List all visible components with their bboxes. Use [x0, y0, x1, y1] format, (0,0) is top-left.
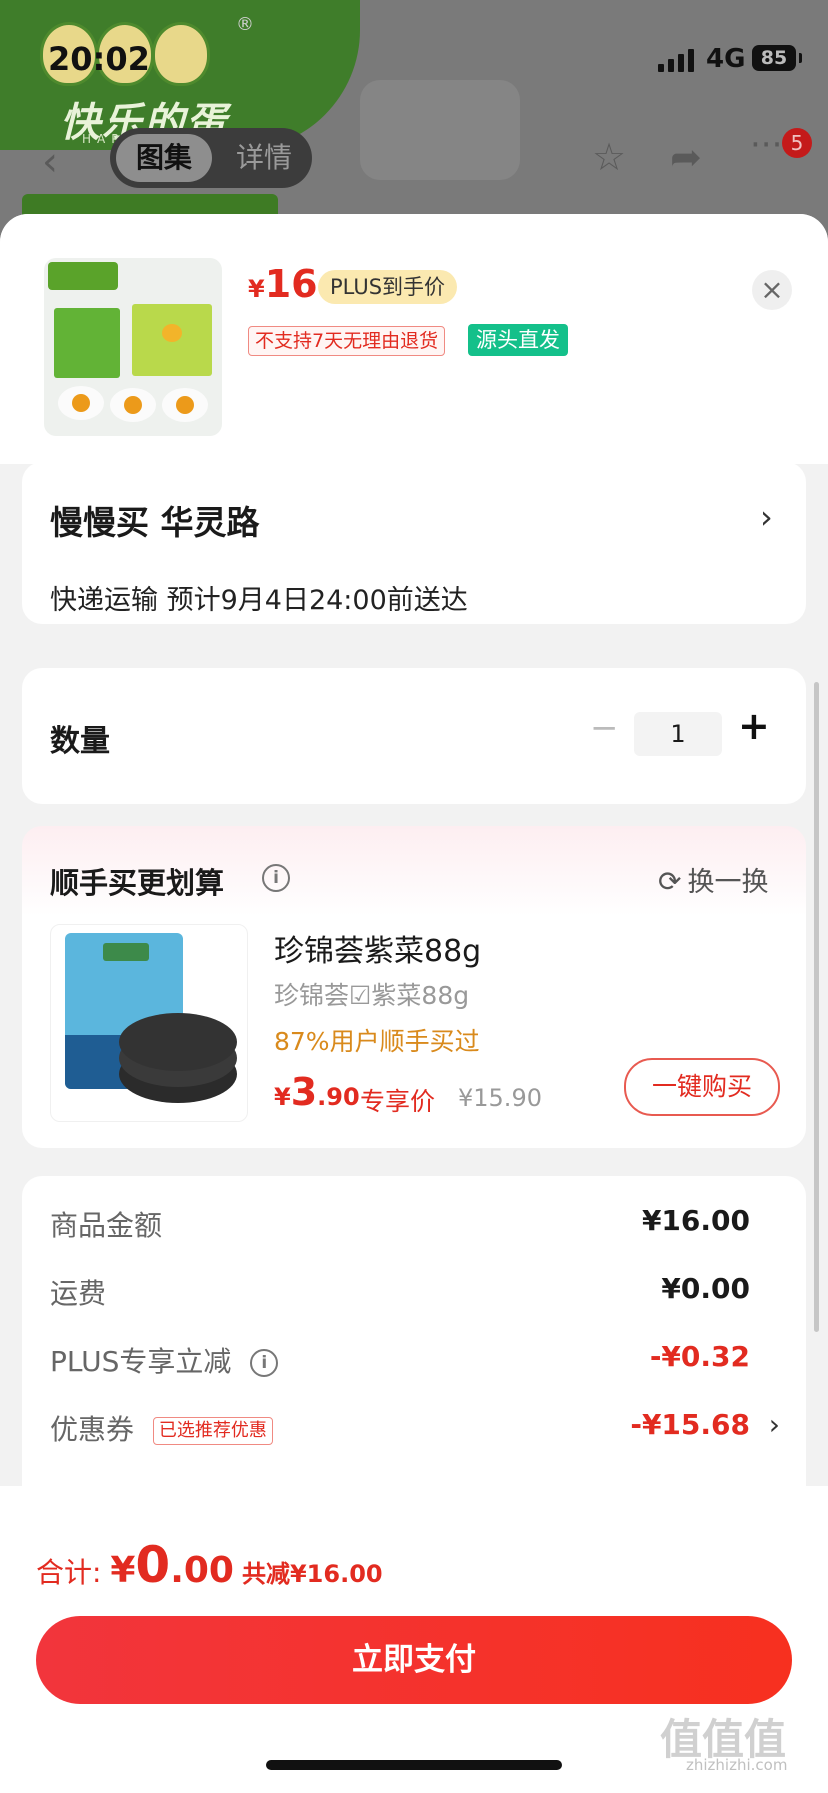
- quantity-plus-button[interactable]: +: [738, 704, 770, 748]
- source-direct-tag: 源头直发: [468, 324, 568, 356]
- original-price: ¥15.90: [458, 1084, 542, 1112]
- summary-row-goods: 商品金额 ¥16.00: [50, 1204, 750, 1242]
- recommend-bought-rate: 87%用户顺手买过: [274, 1027, 480, 1056]
- summary-row-coupon[interactable]: 优惠券 已选推荐优惠 -¥15.68 ›: [50, 1408, 780, 1448]
- recommend-card: 顺手买更划算 i ⟳ 换一换 珍锦荟紫菜88g 珍锦荟☑紫菜88g 87%用户顺手…: [22, 826, 806, 1148]
- recommend-title: 顺手买更划算: [50, 866, 225, 900]
- swap-button[interactable]: ⟳ 换一换: [658, 860, 768, 899]
- tab-details[interactable]: 详情: [222, 134, 306, 182]
- home-indicator[interactable]: [266, 1760, 562, 1770]
- recommend-item-subtitle: 珍锦荟☑紫菜88g: [274, 981, 470, 1010]
- close-icon[interactable]: ×: [752, 270, 792, 310]
- favorite-star-icon[interactable]: ☆: [592, 138, 626, 176]
- network-type: 4G: [706, 44, 746, 74]
- quantity-card: 数量 − 1 +: [22, 668, 806, 804]
- site-watermark-url: zhizhizhi.com: [686, 1756, 788, 1774]
- status-bar: 20:02 4G 85: [0, 0, 828, 90]
- recommend-item-image[interactable]: [50, 924, 248, 1122]
- scrollbar[interactable]: [814, 682, 819, 1332]
- sheet-header: ¥16 PLUS到手价 × 不支持7天无理由退货 源头直发: [0, 214, 828, 464]
- quantity-minus-button[interactable]: −: [590, 708, 619, 748]
- pay-now-button[interactable]: 立即支付: [36, 1616, 792, 1704]
- battery-icon: 85: [752, 45, 802, 71]
- product-nav-bar: ‹ 图集 详情 ☆ ➦ ···: [0, 128, 828, 188]
- chevron-right-icon: ›: [768, 1408, 780, 1441]
- chevron-right-icon: ›: [760, 498, 773, 536]
- one-click-buy-button[interactable]: 一键购买: [624, 1058, 780, 1116]
- status-time: 20:02: [48, 40, 150, 78]
- exclusive-price-label: 专享价: [360, 1087, 436, 1116]
- product-thumbnail: [44, 258, 222, 436]
- recommend-item-name[interactable]: 珍锦荟紫菜88g: [274, 926, 481, 970]
- share-icon[interactable]: ➦: [670, 138, 702, 176]
- summary-row-shipping: 运费 ¥0.00: [50, 1272, 750, 1310]
- address-card[interactable]: 慢慢买 华灵路 › 快递运输 预计9月4日24:00前送达: [22, 462, 806, 624]
- more-icon[interactable]: ···: [750, 128, 782, 162]
- back-icon[interactable]: ‹: [42, 142, 58, 182]
- tab-gallery[interactable]: 图集: [116, 134, 212, 182]
- quantity-label: 数量: [50, 724, 110, 759]
- info-icon[interactable]: i: [250, 1349, 279, 1377]
- product-price: ¥16: [248, 262, 318, 306]
- view-tabs: 图集 详情: [110, 128, 312, 188]
- coupon-selected-tag: 已选推荐优惠: [152, 1417, 273, 1445]
- recommend-item-price: ¥3.90: [274, 1070, 360, 1114]
- return-policy-tag: 不支持7天无理由退货: [248, 326, 446, 356]
- shipping-estimate: 快递运输 预计9月4日24:00前送达: [50, 585, 468, 616]
- quantity-input[interactable]: 1: [634, 712, 722, 756]
- info-icon[interactable]: i: [262, 864, 290, 892]
- refresh-icon: ⟳: [658, 865, 682, 898]
- checkout-footer: 合计: ¥0.00 共减¥16.00 立即支付 值值值 zhizhizhi.com: [0, 1486, 828, 1793]
- total-savings: 共减¥16.00: [241, 1560, 383, 1588]
- address-name: 慢慢买 华灵路: [50, 503, 260, 542]
- signal-icon: [658, 46, 694, 72]
- order-total: 合计: ¥0.00 共减¥16.00: [36, 1536, 383, 1594]
- summary-row-plus-discount: PLUS专享立减 i -¥0.32: [50, 1340, 750, 1378]
- plus-price-tag: PLUS到手价: [318, 270, 458, 304]
- notification-badge: 5: [782, 128, 812, 158]
